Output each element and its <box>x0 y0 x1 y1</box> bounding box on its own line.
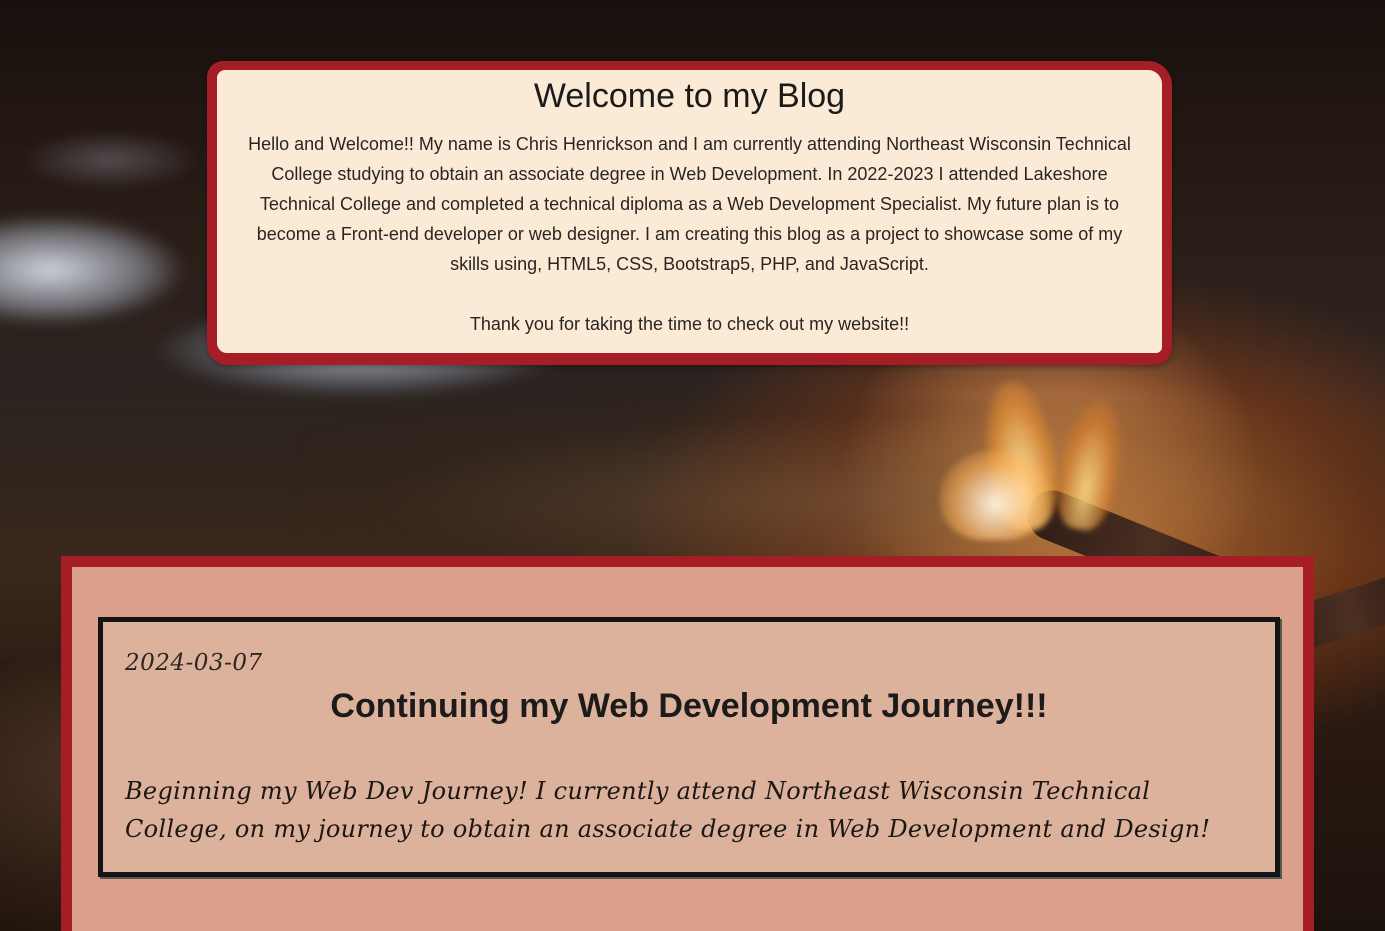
background-rock <box>20 130 200 190</box>
post-date: 2024-03-07 <box>125 650 263 676</box>
welcome-intro-text: Hello and Welcome!! My name is Chris Hen… <box>248 134 1131 274</box>
welcome-card-body: Welcome to my Blog Hello and Welcome!! M… <box>217 70 1162 353</box>
post-title[interactable]: Continuing my Web Development Journey!!! <box>103 684 1275 728</box>
background-flame-core <box>940 450 1050 540</box>
welcome-card: Welcome to my Blog Hello and Welcome!! M… <box>207 61 1172 365</box>
post-body-text: Beginning my Web Dev Journey! I currentl… <box>125 777 1211 843</box>
blog-posts-section: 2024-03-07 Continuing my Web Development… <box>61 556 1314 931</box>
blog-post-card[interactable]: 2024-03-07 Continuing my Web Development… <box>98 617 1280 877</box>
blog-posts-container: 2024-03-07 Continuing my Web Development… <box>72 567 1303 931</box>
welcome-title: Welcome to my Blog <box>533 77 846 115</box>
welcome-thanks-text: Thank you for taking the time to check o… <box>469 314 910 334</box>
